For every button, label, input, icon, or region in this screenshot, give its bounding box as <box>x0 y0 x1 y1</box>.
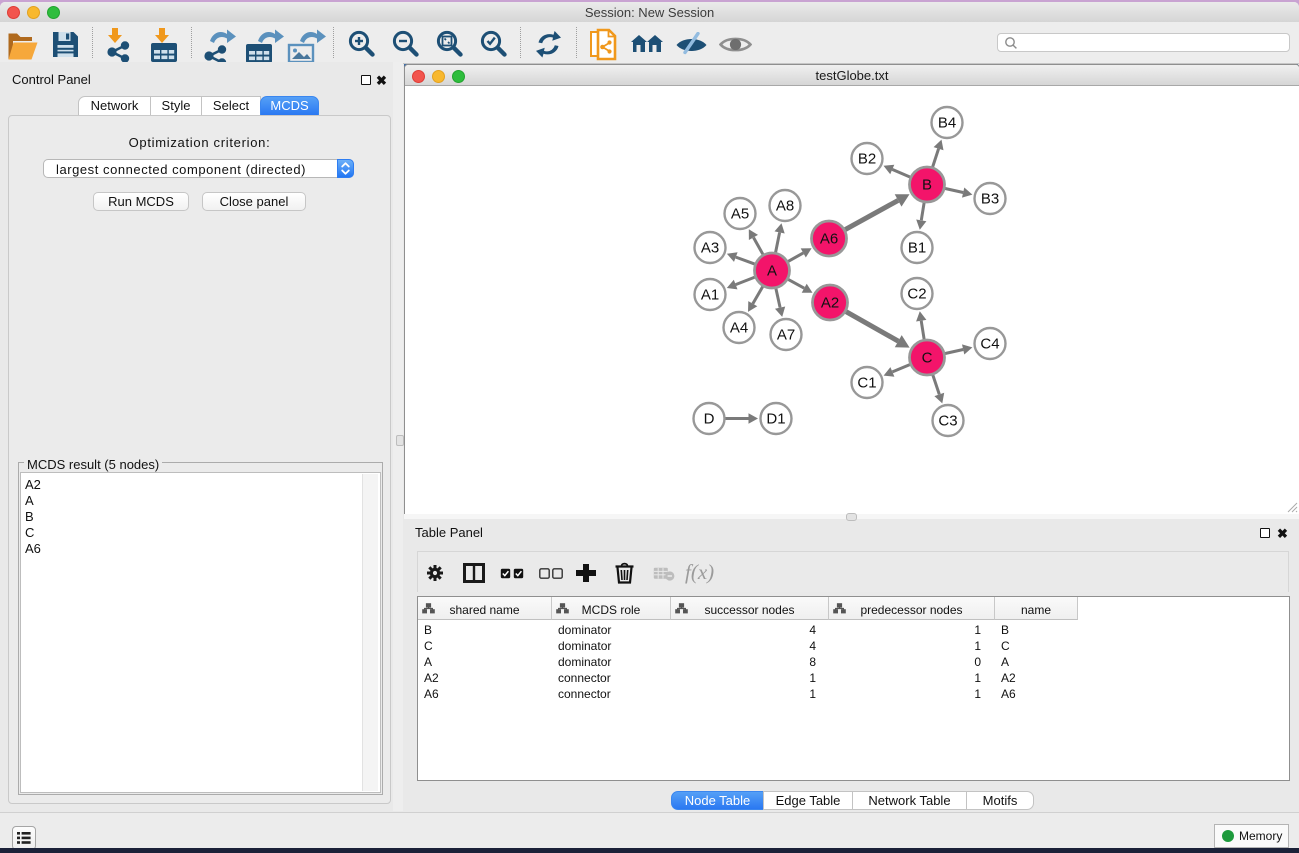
svg-text:A7: A7 <box>777 327 795 344</box>
svg-text:C2: C2 <box>907 286 926 303</box>
svg-text:B: B <box>922 177 932 194</box>
svg-text:B2: B2 <box>858 151 876 168</box>
svg-text:C3: C3 <box>938 413 957 430</box>
svg-text:A5: A5 <box>731 206 749 223</box>
svg-text:A2: A2 <box>821 295 839 312</box>
svg-text:A6: A6 <box>820 231 838 248</box>
svg-text:B1: B1 <box>908 240 926 257</box>
svg-text:B4: B4 <box>938 115 956 132</box>
svg-text:A3: A3 <box>701 240 719 257</box>
svg-text:C: C <box>922 350 933 367</box>
svg-text:B3: B3 <box>981 191 999 208</box>
svg-text:C4: C4 <box>980 336 999 353</box>
svg-text:A1: A1 <box>701 287 719 304</box>
svg-text:A4: A4 <box>730 320 748 337</box>
svg-text:A: A <box>767 263 777 280</box>
svg-text:D1: D1 <box>766 411 785 428</box>
svg-text:A8: A8 <box>776 198 794 215</box>
svg-text:C1: C1 <box>857 375 876 392</box>
svg-text:D: D <box>704 411 715 428</box>
